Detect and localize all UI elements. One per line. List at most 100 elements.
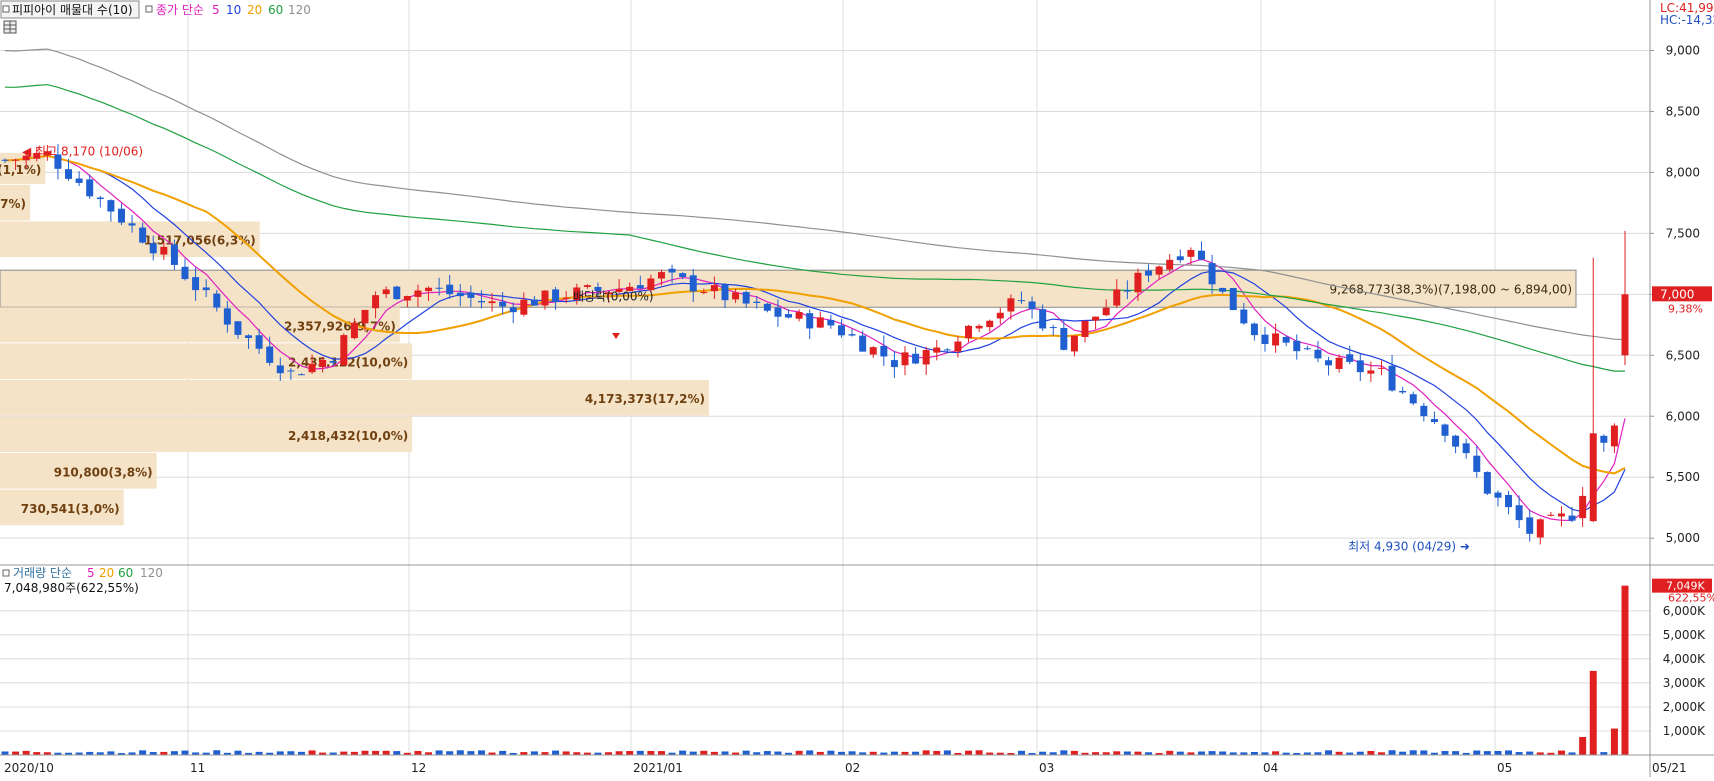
candle-down[interactable]	[329, 361, 337, 363]
volume-bar[interactable]	[22, 750, 30, 755]
candle-down[interactable]	[149, 243, 157, 254]
volume-bar[interactable]	[975, 750, 983, 755]
volume-bar[interactable]	[1017, 750, 1025, 755]
volume-bar[interactable]	[1166, 750, 1174, 755]
candle-down[interactable]	[213, 293, 221, 308]
candle-up[interactable]	[1536, 519, 1544, 538]
candle-down[interactable]	[499, 301, 507, 307]
volume-bar[interactable]	[1070, 750, 1078, 755]
candle-up[interactable]	[1547, 514, 1555, 516]
candle-up[interactable]	[647, 278, 655, 291]
candle-down[interactable]	[1526, 517, 1534, 534]
candle-down[interactable]	[1123, 290, 1131, 292]
candle-up[interactable]	[1610, 425, 1618, 447]
volume-bar[interactable]	[467, 751, 475, 755]
volume-bar[interactable]	[477, 750, 485, 755]
candle-down[interactable]	[128, 223, 136, 226]
volume-bar[interactable]	[382, 750, 390, 755]
volume-bar[interactable]	[933, 750, 941, 755]
volume-bar[interactable]	[1, 751, 9, 755]
volume-bar[interactable]	[139, 750, 147, 755]
candle-down[interactable]	[1293, 340, 1301, 352]
candle-down[interactable]	[1282, 336, 1290, 343]
volume-bar[interactable]	[774, 751, 782, 755]
candle-down[interactable]	[1452, 435, 1460, 447]
candle-down[interactable]	[1462, 443, 1470, 454]
candle-up[interactable]	[975, 325, 983, 329]
candle-down[interactable]	[65, 169, 73, 179]
candle-down[interactable]	[170, 244, 178, 265]
candle-down[interactable]	[552, 289, 560, 302]
candle-down[interactable]	[1017, 300, 1025, 302]
volume-bar[interactable]	[1483, 751, 1491, 755]
candle-down[interactable]	[1325, 360, 1333, 366]
volume-bar[interactable]	[12, 751, 20, 755]
volume-bar[interactable]	[107, 751, 115, 755]
candle-up[interactable]	[1081, 320, 1089, 338]
candle-down[interactable]	[742, 292, 750, 304]
candle-up[interactable]	[1092, 316, 1100, 321]
candle-down[interactable]	[890, 360, 898, 368]
volume-bar[interactable]	[763, 751, 771, 755]
candle-up[interactable]	[1589, 433, 1597, 522]
volume-bar[interactable]	[848, 751, 856, 755]
volume-bar[interactable]	[922, 750, 930, 755]
volume-bar[interactable]	[499, 750, 507, 755]
candle-down[interactable]	[1346, 354, 1354, 362]
candle-down[interactable]	[785, 314, 793, 318]
candle-down[interactable]	[1219, 287, 1227, 292]
volume-bar[interactable]	[276, 751, 284, 755]
candle-down[interactable]	[1060, 327, 1068, 350]
candle-down[interactable]	[287, 370, 295, 372]
volume-bar[interactable]	[414, 750, 422, 755]
candle-down[interactable]	[192, 277, 200, 291]
candle-down[interactable]	[75, 178, 83, 183]
candle-up[interactable]	[996, 312, 1004, 319]
volume-bar[interactable]	[170, 751, 178, 755]
volume-bar[interactable]	[657, 751, 665, 755]
candle-down[interactable]	[297, 374, 305, 376]
volume-bar[interactable]	[1409, 750, 1417, 755]
volume-bar[interactable]	[1060, 750, 1068, 755]
candle-down[interactable]	[1388, 365, 1396, 391]
candle-down[interactable]	[245, 335, 253, 338]
volume-bar[interactable]	[721, 751, 729, 755]
volume-bar[interactable]	[372, 750, 380, 755]
volume-bar[interactable]	[562, 751, 570, 755]
candle-up[interactable]	[901, 352, 909, 366]
candle-down[interactable]	[1240, 309, 1248, 324]
candle-up[interactable]	[308, 363, 316, 373]
candle-down[interactable]	[266, 346, 274, 363]
candle-down[interactable]	[107, 200, 115, 212]
candle-up[interactable]	[1113, 289, 1121, 306]
candle-down[interactable]	[1430, 419, 1438, 423]
candle-up[interactable]	[816, 317, 824, 328]
volume-bar[interactable]	[308, 750, 316, 755]
chart-svg[interactable]: 9,268,773(38,3%)(7,198,00 ~ 6,894,00) 261…	[0, 0, 1714, 777]
volume-bar[interactable]	[1589, 670, 1597, 755]
candle-down[interactable]	[837, 325, 845, 336]
candle-up[interactable]	[340, 335, 348, 366]
candle-down[interactable]	[1250, 323, 1258, 336]
candle-up[interactable]	[933, 347, 941, 353]
candle-up[interactable]	[1335, 357, 1343, 369]
candle-down[interactable]	[943, 349, 951, 351]
candle-up[interactable]	[954, 341, 962, 352]
candle-down[interactable]	[1494, 492, 1502, 498]
candle-up[interactable]	[795, 312, 803, 319]
candle-down[interactable]	[1229, 288, 1237, 311]
candle-down[interactable]	[1261, 334, 1269, 345]
candle-down[interactable]	[912, 353, 920, 364]
stock-chart[interactable]: 9,268,773(38,3%)(7,198,00 ~ 6,894,00) 261…	[0, 0, 1714, 777]
volume-bar[interactable]	[806, 750, 814, 755]
volume-bar[interactable]	[626, 751, 634, 755]
volume-bar[interactable]	[361, 750, 369, 755]
volume-bar[interactable]	[1123, 751, 1131, 755]
candle-down[interactable]	[117, 208, 125, 223]
candle-up[interactable]	[488, 301, 496, 304]
volume-bar[interactable]	[340, 751, 348, 755]
candle-up[interactable]	[425, 287, 433, 292]
volume-bar[interactable]	[689, 751, 697, 755]
candle-down[interactable]	[1441, 424, 1449, 436]
candle-down[interactable]	[234, 321, 242, 335]
